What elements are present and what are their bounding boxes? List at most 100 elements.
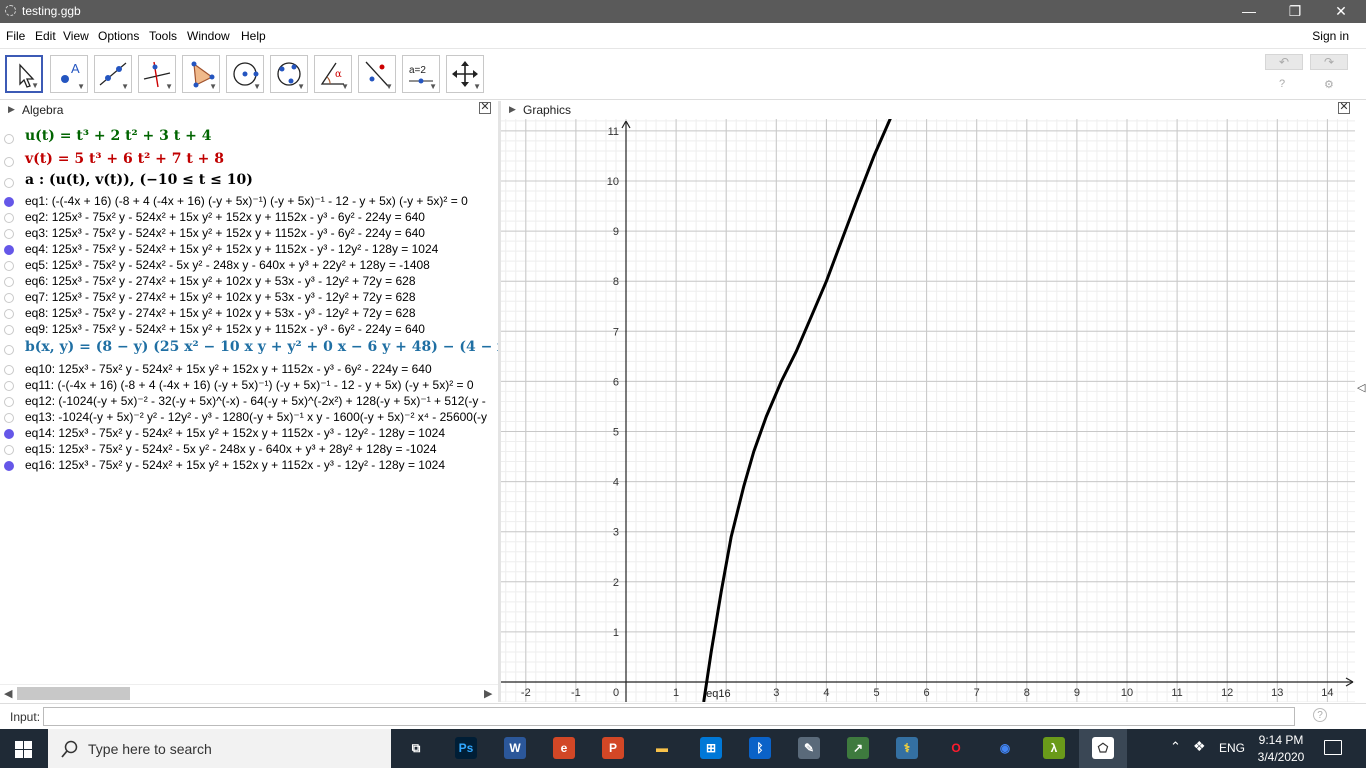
visibility-toggle[interactable] <box>4 245 14 255</box>
point-tool-button[interactable]: A ▼ <box>50 55 88 93</box>
taskbar-app-python-icon[interactable]: ⚕ <box>896 737 918 759</box>
taskbar-app-opera-icon[interactable]: O <box>945 737 967 759</box>
notifications-icon[interactable] <box>1324 740 1342 755</box>
restore-button[interactable]: ❐ <box>1272 0 1318 23</box>
taskbar-app-bluetooth-icon[interactable]: ᛒ <box>749 737 771 759</box>
visibility-toggle[interactable] <box>4 213 14 223</box>
circle-tool-button[interactable]: ▼ <box>226 55 264 93</box>
visibility-toggle[interactable] <box>4 397 14 407</box>
taskbar: Type here to search ⧉ Ps We P ▬ ⊞ ᛒ ✎ ↗ ⚕ O ◉ λ ⬠ ⌃ ❖… <box>0 729 1366 768</box>
y-tick-label: 10 <box>607 176 619 188</box>
visibility-toggle[interactable] <box>4 429 14 439</box>
x-tick-label: 1 <box>673 687 679 699</box>
algebra-row[interactable]: eq9: 125x³ - 75x² y - 524x² + 15x y² + 1… <box>0 322 498 340</box>
sign-in-link[interactable]: Sign in <box>1312 29 1349 43</box>
language-indicator[interactable]: ENG <box>1219 741 1245 755</box>
show-hidden-icons-icon[interactable]: ⌃ <box>1170 739 1181 755</box>
algebra-row-label: eq2: 125x³ - 75x² y - 524x² + 15x y² + 1… <box>25 210 425 224</box>
graphics-canvas[interactable]: -2 -1 0 1 3 4 5 6 7 8 9 10 11 12 13 141234567891011eq16 <box>501 119 1355 702</box>
move-graphics-tool-button[interactable]: ▼ <box>446 55 484 93</box>
algebra-row[interactable]: a : (u(t), v(t)), (−10 ≤ t ≤ 10) <box>0 172 498 192</box>
expand-sidebar-icon[interactable]: ◁ <box>1357 381 1365 394</box>
visibility-toggle[interactable] <box>4 445 14 455</box>
eq16-curve[interactable] <box>702 119 892 702</box>
clock[interactable]: 9:14 PM 3/4/2020 <box>1250 732 1312 766</box>
algebra-row[interactable]: eq16: 125x³ - 75x² y - 524x² + 15x y² + … <box>0 458 498 476</box>
input-field[interactable] <box>43 707 1295 726</box>
visibility-toggle[interactable] <box>4 293 14 303</box>
visibility-toggle[interactable] <box>4 309 14 319</box>
help-icon[interactable]: ? <box>1279 78 1285 90</box>
taskbar-app-paint-app-icon[interactable]: ✎ <box>798 737 820 759</box>
taskbar-app-lambda-app-icon[interactable]: λ <box>1043 737 1065 759</box>
undo-button[interactable]: ↶ <box>1265 54 1303 70</box>
reflect-tool-button[interactable]: ▼ <box>358 55 396 93</box>
side-panel-toggle[interactable]: ◁ <box>1356 119 1366 702</box>
taskbar-app-photoshop-icon[interactable]: Ps <box>455 737 477 759</box>
menu-tools[interactable]: Tools <box>149 29 177 43</box>
line-tool-button[interactable]: ▼ <box>94 55 132 93</box>
taskbar-app-task-view-icon[interactable]: ⧉ <box>405 737 427 759</box>
graphics-view[interactable]: -2 -1 0 1 3 4 5 6 7 8 9 10 11 12 13 14 1 2 3 4 5 6 7 8 9 10 11 eq16 <box>501 119 1355 702</box>
close-graphics-button[interactable]: ✕ <box>1338 102 1350 114</box>
settings-icon[interactable]: ⚙ <box>1324 78 1334 91</box>
visibility-toggle[interactable] <box>4 261 14 271</box>
algebra-row[interactable]: b(x, y) = (8 − y) (25 x² − 10 x y + y² +… <box>0 339 498 359</box>
slider-tool-button[interactable]: a=2 ▼ <box>402 55 440 93</box>
visibility-toggle[interactable] <box>4 134 14 144</box>
visibility-toggle[interactable] <box>4 157 14 167</box>
menu-help[interactable]: Help <box>241 29 266 43</box>
graphics-panel-header: ▶ Graphics ✕ <box>501 101 1355 118</box>
angle-tool-button[interactable]: α ▼ <box>314 55 352 93</box>
y-tick-label: 9 <box>613 226 619 238</box>
taskbar-app-powerpoint-icon[interactable]: P <box>602 737 624 759</box>
visibility-toggle[interactable] <box>4 345 14 355</box>
visibility-toggle[interactable] <box>4 277 14 287</box>
scroll-left-icon[interactable]: ◀ <box>4 687 12 700</box>
algebra-row[interactable]: v(t) = 5 t³ + 6 t² + 7 t + 8 <box>0 151 498 171</box>
menu-options[interactable]: Options <box>98 29 139 43</box>
x-tick-label: -2 <box>521 687 531 699</box>
visibility-toggle[interactable] <box>4 381 14 391</box>
algebra-panel-header: ▶ Algebra ✕ <box>0 101 498 118</box>
perpendicular-tool-button[interactable]: ▼ <box>138 55 176 93</box>
dropbox-icon[interactable]: ❖ <box>1193 738 1206 755</box>
search-placeholder: Type here to search <box>88 741 212 757</box>
visibility-toggle[interactable] <box>4 461 14 471</box>
windows-start-icon[interactable] <box>15 741 32 758</box>
taskbar-app-word-icon[interactable]: W <box>504 737 526 759</box>
conic-tool-button[interactable]: ▼ <box>270 55 308 93</box>
taskbar-app-file-explorer-icon[interactable]: ▬ <box>651 737 673 759</box>
algebra-horizontal-scrollbar[interactable]: ◀ ▶ <box>0 684 498 702</box>
graphics-collapse-triangle-icon[interactable]: ▶ <box>509 104 516 115</box>
close-algebra-button[interactable]: ✕ <box>479 102 491 114</box>
scrollbar-thumb[interactable] <box>17 687 130 700</box>
visibility-toggle[interactable] <box>4 413 14 423</box>
visibility-toggle[interactable] <box>4 325 14 335</box>
taskbar-app-chrome-icon[interactable]: ◉ <box>994 737 1016 759</box>
menu-file[interactable]: File <box>6 29 25 43</box>
collapse-triangle-icon[interactable]: ▶ <box>8 104 15 115</box>
visibility-toggle[interactable] <box>4 229 14 239</box>
visibility-toggle[interactable] <box>4 365 14 375</box>
scroll-right-icon[interactable]: ▶ <box>484 687 492 700</box>
taskbar-app-ie-app-icon[interactable]: e <box>553 737 575 759</box>
visibility-toggle[interactable] <box>4 197 14 207</box>
taskbar-search-box[interactable]: Type here to search <box>48 729 391 768</box>
taskbar-app-store-icon[interactable]: ⊞ <box>700 737 722 759</box>
algebra-row[interactable]: u(t) = t³ + 2 t² + 3 t + 4 <box>0 128 498 148</box>
polygon-tool-button[interactable]: ▼ <box>182 55 220 93</box>
redo-button[interactable]: ↷ <box>1310 54 1348 70</box>
algebra-row-label: u(t) = t³ + 2 t² + 3 t + 4 <box>25 128 212 144</box>
visibility-toggle[interactable] <box>4 178 14 188</box>
menu-edit[interactable]: Edit <box>35 29 56 43</box>
menu-window[interactable]: Window <box>187 29 230 43</box>
minimize-button[interactable]: — <box>1226 0 1272 23</box>
menu-view[interactable]: View <box>63 29 89 43</box>
move-tool-button[interactable]: ▼ <box>5 55 43 93</box>
close-button[interactable]: ✕ <box>1318 0 1364 23</box>
input-help-icon[interactable]: ? <box>1313 708 1327 722</box>
taskbar-app-geogebra-icon[interactable]: ⬠ <box>1092 737 1114 759</box>
algebra-row-label: eq10: 125x³ - 75x² y - 524x² + 15x y² + … <box>25 362 432 376</box>
taskbar-app-chart-app-icon[interactable]: ↗ <box>847 737 869 759</box>
